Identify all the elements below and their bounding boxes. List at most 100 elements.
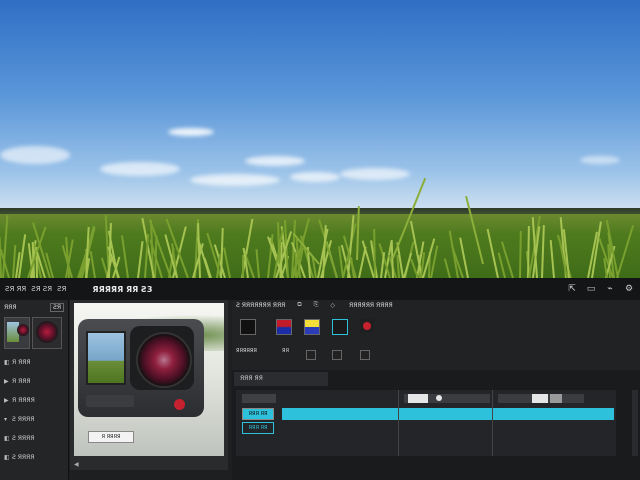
- tree-item[interactable]: ◧ Я ЯЯЯ: [4, 353, 68, 372]
- effect-red-blue[interactable]: [276, 319, 292, 335]
- tree-item[interactable]: ◧ Ƨ ЯЯЯЯ: [4, 448, 68, 467]
- media-thumbnail[interactable]: [32, 317, 62, 349]
- preview-control[interactable]: ◀: [74, 461, 79, 468]
- grass-blade: [121, 235, 129, 278]
- preview-caption: Я ЯЯЯЯ: [88, 431, 134, 443]
- grass-blade: [541, 224, 545, 278]
- menu-bar: ƧЯ ЯЯ ƧЯ ƧЯ ƧЯ ЯЯЯЯЯ ЯЯ Ƨ3 ⇱ ▭ ⌁ ⚙: [0, 278, 640, 300]
- tree-item-icon: ◧: [4, 435, 10, 442]
- tools-icon[interactable]: ⌁: [605, 284, 615, 294]
- camera-screen: [86, 331, 126, 385]
- cloud: [580, 156, 620, 164]
- camera-lens: [136, 332, 192, 388]
- track-label[interactable]: ЯЯЯ ЯЯ: [242, 408, 274, 420]
- grass-blade: [616, 225, 635, 278]
- effect-record[interactable]: [360, 319, 374, 333]
- tree-item-icon: ◧: [4, 454, 10, 461]
- media-panel-header: ЯЯЯ ƧЯ: [0, 300, 68, 314]
- grass-blade: [390, 239, 394, 278]
- video-editor-window: ƧЯ ЯЯ ƧЯ ƧЯ ƧЯ ЯЯЯЯЯ ЯЯ Ƨ3 ⇱ ▭ ⌁ ⚙ ЯЯЯ Ƨ…: [0, 278, 640, 480]
- tree-item[interactable]: ◧ Ƨ ЯЯЯЯ: [4, 429, 68, 448]
- effect-outline[interactable]: [332, 319, 348, 335]
- share-icon[interactable]: ⇱: [567, 284, 577, 294]
- camera-buttons: [86, 395, 134, 407]
- tree-item-icon: ▾: [4, 416, 8, 423]
- action-camera: [78, 319, 204, 417]
- split-icon[interactable]: ⎘: [314, 301, 319, 309]
- effect-small[interactable]: [306, 350, 316, 360]
- media-panel: ЯЯЯ ƧЯ ◧ Я ЯЯЯ ▶ Я ЯЯЯ ▶ Я ЯЯЯЯ ▾ Ƨ ЯЯЯЯ ◧ Ƨ …: [0, 300, 69, 480]
- lens-icon: [17, 324, 29, 336]
- effect-label: ЯЯЯЯЯЯ: [236, 348, 257, 354]
- cloud: [245, 156, 305, 166]
- effect-label: ЯЯ: [282, 348, 289, 354]
- timeline-selected-track[interactable]: [282, 408, 614, 420]
- timeline-header: ЯЯЯ ЯЯ: [234, 372, 328, 386]
- effect-yellow-blue[interactable]: [304, 319, 320, 335]
- lens-icon: [36, 321, 58, 343]
- grass-blade: [549, 240, 555, 278]
- folder-icon[interactable]: ▭: [586, 284, 596, 294]
- grass-blade: [164, 234, 178, 278]
- cloud: [190, 174, 280, 186]
- menu-item[interactable]: ƧЯ ƧЯ: [31, 285, 52, 293]
- cloud: [168, 128, 214, 136]
- media-thumbnail[interactable]: [4, 317, 30, 349]
- tree-item[interactable]: ▶ Я ЯЯЯ: [4, 372, 68, 391]
- grass-blade: [255, 249, 260, 278]
- video-clip-thumb[interactable]: [550, 394, 562, 403]
- menu-item[interactable]: ƧЯ: [57, 285, 66, 293]
- grass-blade: [89, 251, 96, 278]
- timeline-scrollbar[interactable]: [632, 390, 638, 456]
- effects-header-right: ЯЯЯЯЯЯ ЯЯЯЯ: [349, 301, 393, 309]
- grass-blade: [137, 241, 144, 278]
- menu-item[interactable]: ƧЯ ЯЯ: [5, 285, 26, 293]
- video-clip-thumb[interactable]: [408, 394, 428, 403]
- tree-item-icon: ▶: [4, 397, 9, 404]
- media-tree: ◧ Я ЯЯЯ ▶ Я ЯЯЯ ▶ Я ЯЯЯЯ ▾ Ƨ ЯЯЯЯ ◧ Ƨ ЯЯЯЯ ◧ Ƨ…: [4, 353, 68, 467]
- media-panel-button[interactable]: ƧЯ: [50, 302, 64, 312]
- effects-title: Ƨ ЯЯЯЯЯЯЯ ЯЯЯ: [236, 301, 286, 309]
- effects-panel: Ƨ ЯЯЯЯЯЯЯ ЯЯЯ ⧉ ⎘ ◇ ЯЯЯЯЯЯ ЯЯЯЯ ЯЯЯЯЯЯ Я…: [232, 300, 640, 370]
- record-button-icon: [174, 399, 185, 410]
- tree-item-icon: ▶: [4, 378, 9, 385]
- layout-icon[interactable]: ⧉: [297, 301, 301, 309]
- cloud: [0, 146, 70, 164]
- effect-black[interactable]: [240, 319, 256, 335]
- tree-item-label: Ƨ ЯЯЯЯ: [12, 435, 35, 442]
- tree-item-label: Я ЯЯЯ: [12, 378, 31, 385]
- tag-icon[interactable]: ◇: [330, 302, 335, 309]
- cloud: [100, 162, 180, 176]
- grass-blade: [358, 246, 367, 278]
- video-clip[interactable]: [242, 394, 276, 403]
- grass-blade: [403, 252, 413, 278]
- video-clip-thumb[interactable]: [436, 395, 442, 401]
- timeline-panel: ЯЯЯ ЯЯ ЯЯЯ ЯЯ ЯЯЯ ЯЯ: [232, 370, 640, 480]
- tree-item-label: Ƨ ЯЯЯЯ: [12, 416, 35, 423]
- effects-header: Ƨ ЯЯЯЯЯЯЯ ЯЯЯ ⧉ ⎘ ◇ ЯЯЯЯЯЯ ЯЯЯЯ: [232, 300, 640, 310]
- tree-item-label: Я ЯЯЯ: [12, 359, 31, 366]
- video-clip-thumb[interactable]: [532, 394, 548, 403]
- grass-blade: [519, 230, 522, 278]
- record-dot-icon: [363, 322, 371, 330]
- effect-small[interactable]: [332, 350, 342, 360]
- track-label[interactable]: ЯЯЯ ЯЯ: [242, 422, 274, 434]
- tree-item-icon: ◧: [4, 359, 10, 366]
- preview-viewer: Я ЯЯЯЯ ◀: [70, 300, 228, 470]
- camera-lens-housing: [130, 326, 194, 390]
- tree-item[interactable]: ▾ Ƨ ЯЯЯЯ: [4, 410, 68, 429]
- timeline-divider: [492, 390, 493, 456]
- effect-small[interactable]: [360, 350, 370, 360]
- window-controls: ⇱ ▭ ⌁ ⚙: [567, 284, 634, 294]
- tree-item-label: Ƨ ЯЯЯЯ: [12, 454, 35, 461]
- tree-item[interactable]: ▶ Я ЯЯЯЯ: [4, 391, 68, 410]
- background-photo: [0, 0, 640, 278]
- grass-blade: [443, 258, 451, 278]
- preview-frame[interactable]: Я ЯЯЯЯ: [74, 303, 224, 456]
- window-title: ЯЯЯЯЯ ЯЯ Ƨ3: [92, 284, 153, 294]
- timeline-divider: [398, 390, 399, 456]
- cloud: [290, 172, 340, 182]
- media-panel-title: ЯЯЯ: [4, 303, 17, 311]
- cloud: [340, 168, 410, 180]
- settings-icon[interactable]: ⚙: [624, 284, 634, 294]
